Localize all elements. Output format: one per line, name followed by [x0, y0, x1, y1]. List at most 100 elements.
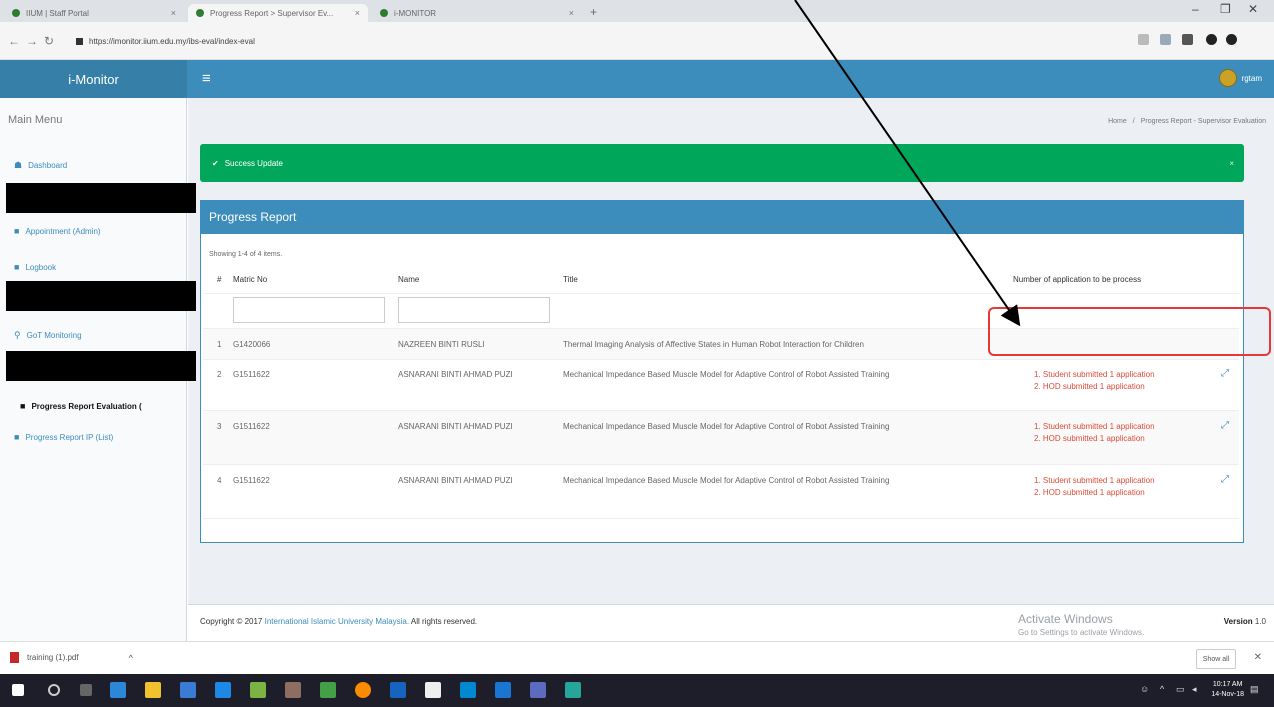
- close-downloads-icon[interactable]: ✕: [1254, 652, 1262, 663]
- people-icon[interactable]: ☺: [1140, 684, 1149, 694]
- app-logo[interactable]: i-Monitor: [0, 60, 187, 98]
- ie-icon[interactable]: [215, 682, 231, 698]
- app-icon[interactable]: [390, 682, 406, 698]
- browser-tab-staff-portal[interactable]: IIUM | Staff Portal ×: [4, 4, 184, 22]
- book-icon: ■: [14, 226, 20, 236]
- sidebar-item-got-monitoring[interactable]: ⚲ GoT Monitoring: [14, 330, 82, 341]
- row-number: 2: [217, 370, 222, 379]
- home-icon: ☗: [14, 160, 23, 170]
- minimize-button[interactable]: –: [1192, 2, 1199, 16]
- sidebar-item-appointment[interactable]: ■ Appointment (Admin): [14, 226, 101, 236]
- status-hod[interactable]: 2. HOD submitted 1 application: [1034, 381, 1145, 393]
- extension-icon[interactable]: [1182, 34, 1193, 45]
- title-cell: Mechanical Impedance Based Muscle Model …: [563, 476, 890, 485]
- app-icon[interactable]: [565, 682, 581, 698]
- app-icon[interactable]: [250, 682, 266, 698]
- version-number: 1.0: [1254, 617, 1266, 626]
- column-header-name[interactable]: Name: [398, 275, 419, 284]
- sidebar-item-dashboard[interactable]: ☗ Dashboard: [14, 160, 67, 171]
- close-tab-icon[interactable]: ×: [355, 8, 360, 18]
- browser-tab-progress-report[interactable]: Progress Report > Supervisor Ev... ×: [188, 4, 368, 22]
- file-explorer-icon[interactable]: [145, 682, 161, 698]
- sidebar-item-progress-report-evaluation[interactable]: ■ Progress Report Evaluation (: [20, 401, 142, 411]
- breadcrumb-home[interactable]: Home: [1108, 118, 1127, 125]
- chrome-icon[interactable]: [355, 682, 371, 698]
- column-header-matric[interactable]: Matric No: [233, 275, 267, 284]
- show-all-button[interactable]: Show all: [1196, 649, 1236, 669]
- profile-icon[interactable]: [1206, 34, 1217, 45]
- download-item[interactable]: training (1).pdf ^: [10, 652, 133, 663]
- status-student[interactable]: 1. Student submitted 1 application: [1034, 475, 1155, 487]
- sidebar-item-label: Progress Report IP (List): [25, 432, 114, 442]
- excel-icon[interactable]: [320, 682, 336, 698]
- book-icon: ■: [20, 401, 26, 411]
- org-link[interactable]: International Islamic University Malaysi…: [265, 617, 410, 626]
- status-hod[interactable]: 2. HOD submitted 1 application: [1034, 433, 1145, 445]
- copyright-text: Copyright © 2017: [200, 617, 263, 626]
- network-icon[interactable]: ▭: [1176, 684, 1185, 695]
- column-header-title[interactable]: Title: [563, 275, 578, 284]
- close-window-button[interactable]: ✕: [1248, 2, 1258, 16]
- expand-icon[interactable]: ⤢: [1221, 368, 1229, 379]
- edge-icon[interactable]: [110, 682, 126, 698]
- expand-icon[interactable]: ⤢: [1221, 474, 1229, 485]
- matric-filter-input[interactable]: [233, 297, 385, 323]
- user-name: rgtam: [1241, 73, 1262, 83]
- taskbar-clock[interactable]: 10:17 AM 14-Nov-18: [1211, 680, 1244, 700]
- extension-icon[interactable]: [1160, 34, 1171, 45]
- windows-taskbar: ☺ ^ ▭ ◂ 10:17 AM 14-Nov-18 ▤: [0, 674, 1274, 707]
- app-header: i-Monitor ≡ rgtam: [0, 60, 1274, 98]
- close-tab-icon[interactable]: ×: [171, 8, 176, 18]
- user-menu[interactable]: rgtam: [1218, 69, 1262, 87]
- name-filter-input[interactable]: [398, 297, 550, 323]
- volume-icon[interactable]: ◂: [1192, 684, 1197, 695]
- name-cell: ASNARANI BINTI AHMAD PUZI: [398, 370, 513, 379]
- copyright: Copyright © 2017 International Islamic U…: [200, 617, 477, 626]
- favicon-icon: [12, 9, 20, 17]
- windows-start-icon[interactable]: [12, 684, 24, 696]
- status-student[interactable]: 1. Student submitted 1 application: [1034, 421, 1155, 433]
- sidebar-item-logbook[interactable]: ■ Logbook: [14, 262, 56, 272]
- tray-chevron-icon[interactable]: ^: [1160, 684, 1164, 694]
- rights-text: All rights reserved.: [410, 617, 478, 626]
- menu-toggle-icon[interactable]: ≡: [202, 70, 211, 87]
- mail-icon[interactable]: [425, 682, 441, 698]
- breadcrumb: Home / Progress Report - Supervisor Evalua…: [1108, 118, 1266, 125]
- star-icon[interactable]: [1138, 34, 1149, 45]
- url-text: https://imonitor.iium.edu.my/ibs-eval/in…: [89, 36, 255, 46]
- back-icon[interactable]: ←: [8, 34, 20, 48]
- status-hod[interactable]: 2. HOD submitted 1 application: [1034, 487, 1145, 499]
- close-alert-button[interactable]: ×: [1229, 159, 1234, 168]
- close-tab-icon[interactable]: ×: [569, 8, 574, 18]
- search-icon: ⚲: [14, 330, 21, 340]
- store-icon[interactable]: [180, 682, 196, 698]
- status-student[interactable]: 1. Student submitted 1 application: [1034, 369, 1155, 381]
- table-summary: Showing 1-4 of 4 items.: [209, 251, 283, 258]
- notifications-icon[interactable]: ▤: [1250, 684, 1259, 695]
- address-bar[interactable]: https://imonitor.iium.edu.my/ibs-eval/in…: [76, 31, 1096, 51]
- app-icon[interactable]: [460, 682, 476, 698]
- new-tab-button[interactable]: +: [590, 5, 597, 19]
- menu-icon[interactable]: [1226, 34, 1237, 45]
- version-info: Version 1.0: [1224, 617, 1266, 626]
- chevron-up-icon[interactable]: ^: [129, 653, 133, 663]
- tab-label: i-MONITOR: [394, 8, 437, 18]
- favicon-icon: [196, 9, 204, 17]
- app-icon[interactable]: [285, 682, 301, 698]
- forward-icon[interactable]: →: [26, 34, 38, 48]
- reload-icon[interactable]: ↻: [44, 34, 54, 48]
- search-icon[interactable]: [48, 684, 60, 696]
- word-icon[interactable]: [495, 682, 511, 698]
- app-icon[interactable]: [530, 682, 546, 698]
- name-cell: ASNARANI BINTI AHMAD PUZI: [398, 476, 513, 485]
- name-cell: ASNARANI BINTI AHMAD PUZI: [398, 422, 513, 431]
- watermark-line2: Go to Settings to activate Windows.: [1018, 628, 1145, 637]
- sidebar-item-progress-report-ip[interactable]: ■ Progress Report IP (List): [14, 432, 113, 442]
- restore-button[interactable]: ❐: [1220, 2, 1231, 16]
- annotation-highlight-box: [988, 307, 1271, 356]
- browser-tab-bar: IIUM | Staff Portal × Progress Report > …: [0, 0, 1274, 22]
- browser-tab-imonitor[interactable]: i-MONITOR ×: [372, 4, 582, 22]
- sidebar-item-label: Logbook: [25, 262, 57, 272]
- expand-icon[interactable]: ⤢: [1221, 420, 1229, 431]
- task-view-icon[interactable]: [80, 684, 92, 696]
